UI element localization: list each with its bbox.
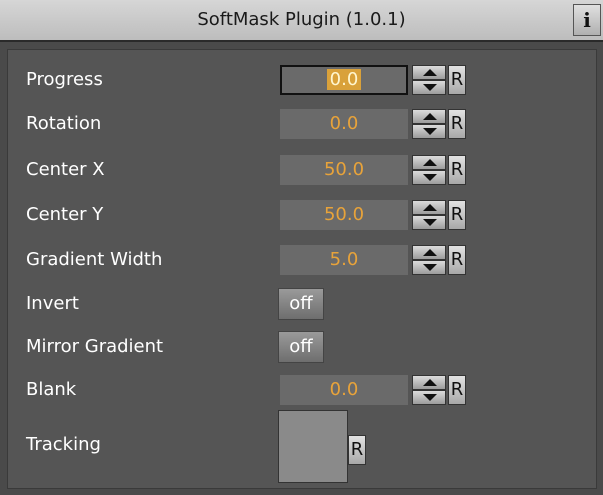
arrow-down-icon — [423, 128, 437, 135]
center-y-input[interactable]: 50.0 — [280, 200, 408, 230]
tracking-drop-area[interactable] — [278, 410, 348, 483]
param-row-blank: Blank 0.0 R — [8, 375, 596, 405]
blank-decrement-button[interactable] — [412, 390, 446, 405]
info-button[interactable]: i — [573, 4, 601, 36]
progress-decrement-button[interactable] — [412, 80, 446, 95]
gradient-width-reset-button[interactable]: R — [448, 245, 466, 275]
param-row-tracking: Tracking R — [8, 410, 596, 486]
arrow-up-icon — [423, 159, 437, 166]
param-row-center-y: Center Y 50.0 R — [8, 200, 596, 230]
param-row-mirror-gradient: Mirror Gradient off — [8, 331, 596, 363]
progress-value: 0.0 — [326, 69, 362, 90]
arrow-down-icon — [423, 219, 437, 226]
blank-label: Blank — [26, 379, 77, 400]
rotation-spinner — [412, 109, 446, 139]
param-row-progress: Progress 0.0 R — [8, 65, 596, 95]
arrow-up-icon — [423, 379, 437, 386]
param-row-invert: Invert off — [8, 288, 596, 320]
param-row-center-x: Center X 50.0 R — [8, 155, 596, 185]
rotation-reset-button[interactable]: R — [448, 109, 466, 139]
center-y-increment-button[interactable] — [412, 200, 446, 215]
panel-title: SoftMask Plugin (1.0.1) — [197, 9, 406, 30]
center-x-input[interactable]: 50.0 — [280, 155, 408, 185]
arrow-down-icon — [423, 84, 437, 91]
center-x-label: Center X — [26, 159, 105, 180]
invert-label: Invert — [26, 293, 79, 314]
param-row-gradient-width: Gradient Width 5.0 R — [8, 245, 596, 275]
gradient-width-input[interactable]: 5.0 — [280, 245, 408, 275]
rotation-label: Rotation — [26, 113, 102, 134]
progress-reset-button[interactable]: R — [448, 65, 466, 95]
mirror-gradient-label: Mirror Gradient — [26, 336, 164, 357]
softmask-plugin-panel: SoftMask Plugin (1.0.1) i Progress 0.0 R… — [0, 0, 603, 495]
rotation-input[interactable]: 0.0 — [280, 109, 408, 139]
arrow-up-icon — [423, 249, 437, 256]
arrow-up-icon — [423, 113, 437, 120]
gradient-width-decrement-button[interactable] — [412, 260, 446, 275]
progress-label: Progress — [26, 69, 103, 90]
arrow-down-icon — [423, 394, 437, 401]
blank-reset-button[interactable]: R — [448, 375, 466, 405]
center-y-reset-button[interactable]: R — [448, 200, 466, 230]
blank-spinner — [412, 375, 446, 405]
center-y-spinner — [412, 200, 446, 230]
gradient-width-spinner — [412, 245, 446, 275]
parameters-area: Progress 0.0 R Rotation 0.0 R Center X 5… — [7, 49, 597, 489]
center-x-spinner — [412, 155, 446, 185]
rotation-decrement-button[interactable] — [412, 124, 446, 139]
center-x-reset-button[interactable]: R — [448, 155, 466, 185]
gradient-width-label: Gradient Width — [26, 249, 163, 270]
title-bar: SoftMask Plugin (1.0.1) i — [0, 0, 603, 42]
param-row-rotation: Rotation 0.0 R — [8, 109, 596, 139]
progress-increment-button[interactable] — [412, 65, 446, 80]
arrow-up-icon — [423, 204, 437, 211]
mirror-gradient-toggle[interactable]: off — [278, 331, 324, 363]
arrow-down-icon — [423, 174, 437, 181]
gradient-width-increment-button[interactable] — [412, 245, 446, 260]
arrow-up-icon — [423, 69, 437, 76]
center-x-increment-button[interactable] — [412, 155, 446, 170]
blank-increment-button[interactable] — [412, 375, 446, 390]
center-x-decrement-button[interactable] — [412, 170, 446, 185]
tracking-reset-button[interactable]: R — [348, 435, 366, 465]
progress-spinner — [412, 65, 446, 95]
arrow-down-icon — [423, 264, 437, 271]
center-y-decrement-button[interactable] — [412, 215, 446, 230]
progress-input[interactable]: 0.0 — [280, 65, 408, 95]
rotation-increment-button[interactable] — [412, 109, 446, 124]
center-y-label: Center Y — [26, 204, 104, 225]
invert-toggle[interactable]: off — [278, 288, 324, 320]
blank-input[interactable]: 0.0 — [280, 375, 408, 405]
tracking-label: Tracking — [26, 434, 101, 455]
